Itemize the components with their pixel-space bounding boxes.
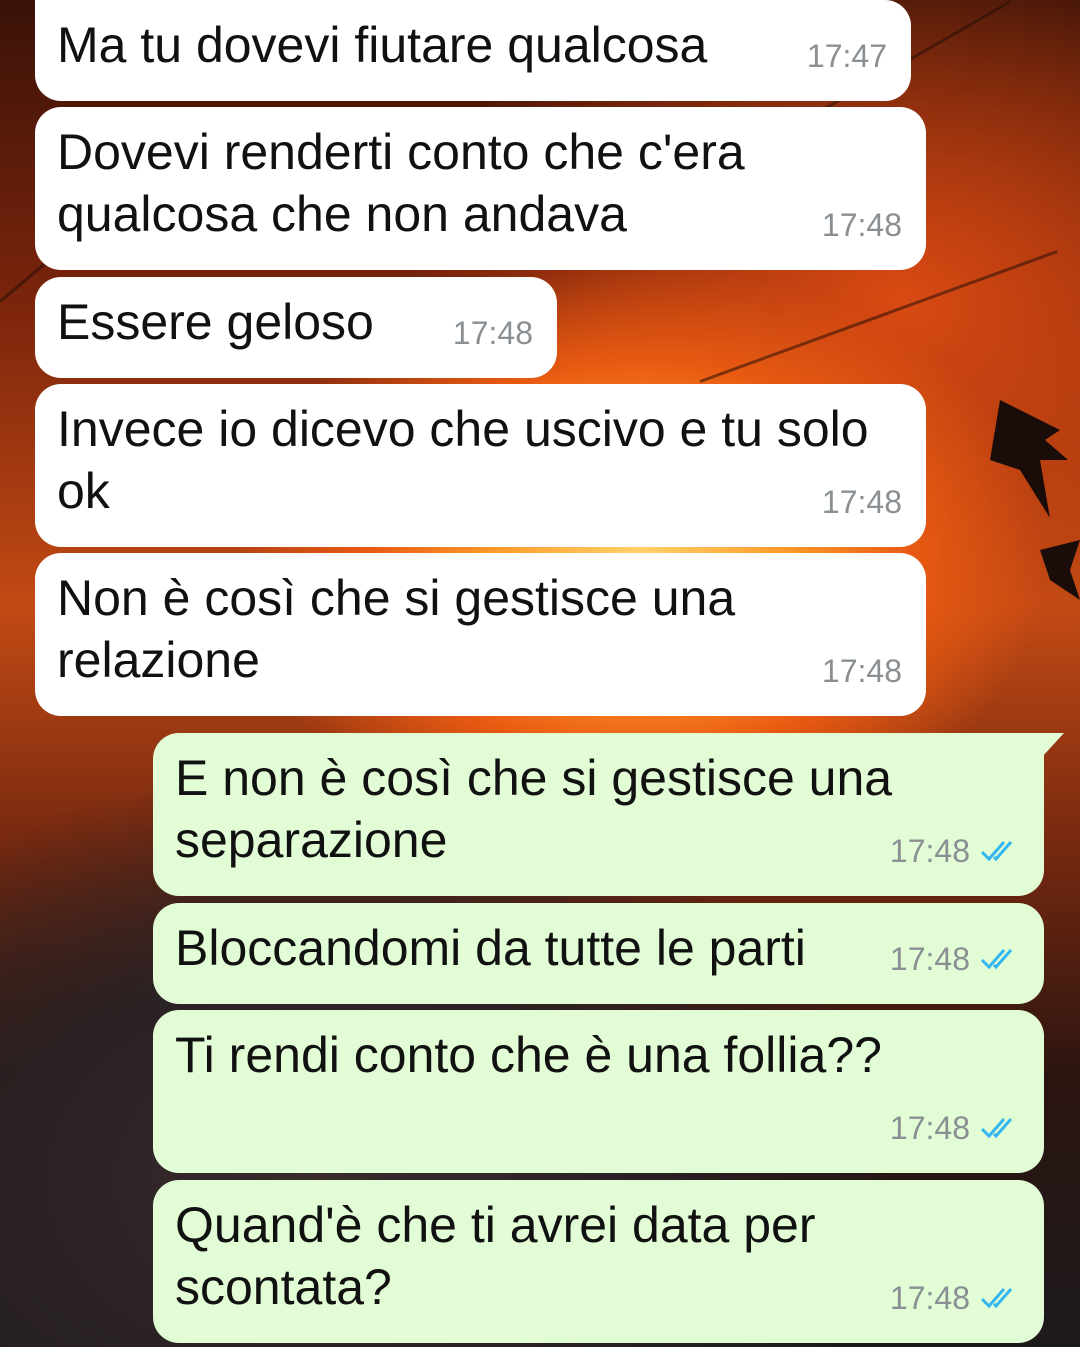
message-text: Non è così che si gestisce una relazione [57,570,736,688]
incoming-message-bubble[interactable]: Invece io dicevo che uscivo e tu solo ok… [35,384,926,547]
outgoing-message-bubble[interactable]: Quand'è che ti avrei data per scontata? … [153,1180,1044,1343]
message-meta: 17:48 [822,640,902,702]
message-meta: 17:48 [890,1267,1020,1329]
outgoing-message-bubble[interactable]: E non è così che si gestisce una separaz… [153,733,1064,896]
message-text: Ma tu dovevi fiutare qualcosa [57,17,708,73]
message-meta: 17:48 [822,471,902,533]
message-meta: 17:47 [807,25,887,87]
wallpaper-streak [699,250,1058,383]
message-time: 17:48 [821,484,902,520]
message-text: Invece io dicevo che uscivo e tu solo ok [57,401,869,519]
incoming-message-bubble[interactable]: Non è così che si gestisce una relazione… [35,553,926,716]
message-time: 17:48 [821,207,902,243]
message-meta: 17:48 [822,194,902,256]
message-time: 17:48 [889,833,970,869]
outgoing-message-bubble[interactable]: Bloccandomi da tutte le parti 17:48 [153,903,1044,1004]
message-meta: 17:48 [890,928,1020,990]
outgoing-message-bubble[interactable]: Ti rendi conto che è una follia?? 17:48 [153,1010,1044,1173]
message-time: 17:48 [889,1110,970,1146]
message-time: 17:48 [889,941,970,977]
message-time: 17:48 [889,1280,970,1316]
message-meta: 17:48 [453,302,533,364]
incoming-message-bubble[interactable]: Dovevi renderti conto che c'era qualcosa… [35,107,926,270]
double-check-read-icon [980,1288,1013,1309]
message-meta: 17:48 [890,820,1020,882]
message-time: 17:48 [452,315,533,351]
double-check-read-icon [980,841,1013,862]
double-check-read-icon [980,1118,1013,1139]
incoming-message-bubble[interactable]: Essere geloso 17:48 [35,277,557,378]
message-time: 17:48 [821,653,902,689]
message-text: Ti rendi conto che è una follia?? [175,1027,882,1083]
message-meta: 17:48 [890,1097,1020,1159]
message-time: 17:47 [806,38,887,74]
double-check-read-icon [980,949,1013,970]
message-text: Dovevi renderti conto che c'era qualcosa… [57,124,745,242]
bubble-tail-icon [1042,733,1064,757]
incoming-message-bubble[interactable]: Ma tu dovevi fiutare qualcosa 17:47 [35,0,911,101]
